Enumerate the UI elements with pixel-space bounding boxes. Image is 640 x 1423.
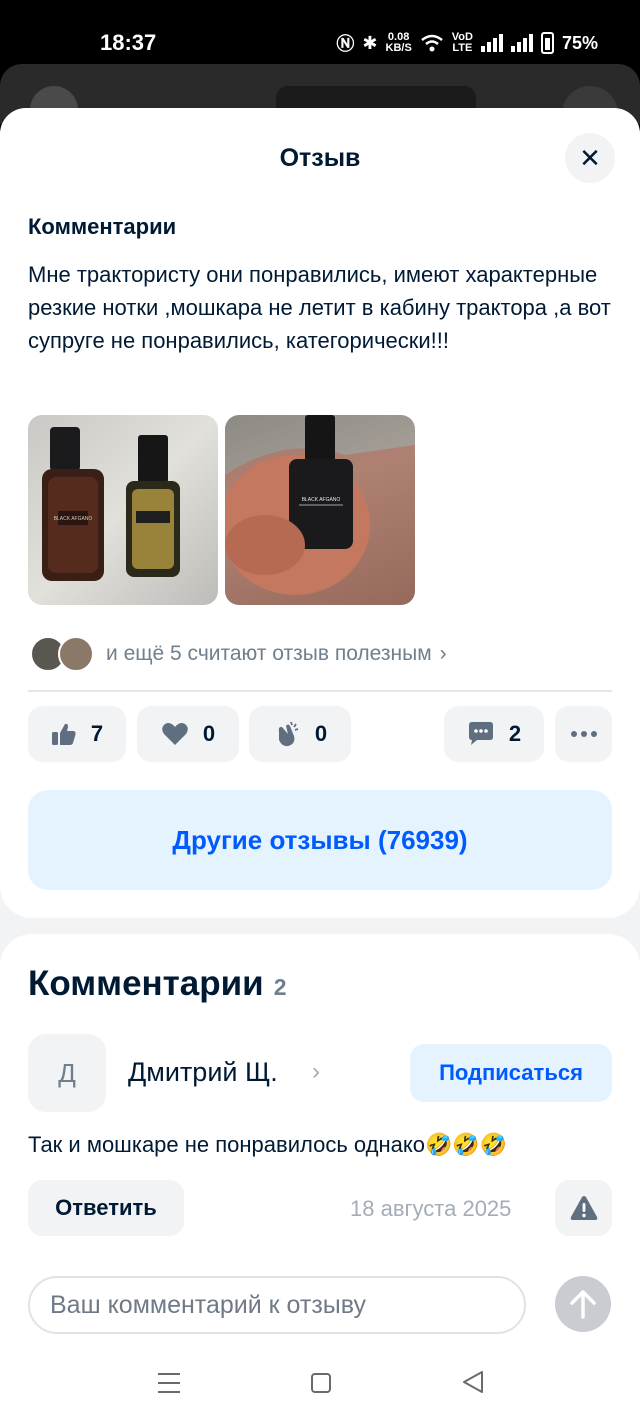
sheet-title: Отзыв: [279, 144, 361, 172]
helpful-row[interactable]: и ещё 5 считают отзыв полезным ›: [30, 636, 447, 672]
perfume-bottles-image: BLACK AFGANO: [42, 427, 180, 581]
close-button[interactable]: ✕: [565, 133, 615, 183]
system-nav-bar: [0, 1344, 640, 1423]
warning-icon: [570, 1196, 597, 1220]
review-section-title: Комментарии: [28, 214, 177, 239]
svg-text:BLACK AFGANO: BLACK AFGANO: [302, 497, 341, 503]
battery-icon: [540, 32, 554, 54]
other-reviews-button[interactable]: Другие отзывы (76939): [28, 790, 612, 890]
arrow-up-icon: [570, 1290, 596, 1319]
chevron-right-icon: ›: [312, 1058, 320, 1085]
heart-button[interactable]: 0: [137, 706, 239, 762]
review-photo-1[interactable]: BLACK AFGANO: [28, 415, 218, 605]
comments-title: Комментарии: [28, 964, 264, 1003]
hand-with-bottle-image: BLACK AFGANO: [225, 415, 415, 605]
review-text: Мне трактористу они понравились, имеют х…: [28, 262, 611, 353]
review-sheet: Отзыв ✕ Комментарии Мне трактористу они …: [0, 108, 640, 1423]
signal-icon: [480, 34, 503, 52]
comments-header: Комментарии 2: [28, 964, 286, 1004]
chat-bubble-icon: [467, 721, 495, 747]
clapping-hands-icon: [273, 720, 301, 748]
like-button[interactable]: 7: [28, 706, 126, 762]
comments-section: Комментарии 2 Д Дмитрий Щ. › Подписаться…: [0, 934, 640, 1274]
thumbs-up-icon: [51, 722, 77, 746]
heart-icon: [161, 722, 189, 746]
more-button[interactable]: [555, 706, 612, 762]
comments-count: 2: [273, 974, 287, 1000]
back-icon[interactable]: [462, 1370, 484, 1394]
report-button[interactable]: [555, 1180, 612, 1236]
comments-button[interactable]: 2: [444, 706, 544, 762]
more-dots-icon: [570, 730, 598, 738]
clap-button[interactable]: 0: [249, 706, 351, 762]
comment-author[interactable]: Дмитрий Щ.: [128, 1057, 278, 1088]
avatar: [58, 636, 94, 672]
nfc-icon: Ⓝ: [336, 34, 355, 54]
comment-input[interactable]: [28, 1276, 526, 1334]
comment-date: 18 августа 2025: [350, 1196, 512, 1221]
send-button[interactable]: [555, 1276, 611, 1332]
helpful-text: и ещё 5 считают отзыв полезным: [106, 642, 432, 665]
signal-icon-2: [510, 34, 533, 52]
avatar[interactable]: Д: [28, 1034, 106, 1112]
review-card: Отзыв ✕ Комментарии Мне трактористу они …: [0, 108, 640, 918]
status-time: 18:37: [100, 30, 157, 55]
heart-count: 0: [202, 721, 216, 746]
divider: [28, 690, 612, 692]
subscribe-button[interactable]: Подписаться: [410, 1044, 612, 1102]
volte-icon: VoD LTE: [451, 31, 473, 54]
clap-count: 0: [314, 721, 328, 746]
svg-text:BLACK AFGANO: BLACK AFGANO: [54, 516, 93, 522]
home-icon[interactable]: [311, 1373, 331, 1393]
comment-count: 2: [508, 721, 522, 746]
review-photo-2[interactable]: BLACK AFGANO: [225, 415, 415, 605]
wifi-icon: [421, 34, 443, 52]
reply-button[interactable]: Ответить: [28, 1180, 184, 1236]
comment-input-bar: [0, 1264, 640, 1344]
status-icons: Ⓝ ✱ 0.08 KB/S VoD LTE 75%: [336, 30, 598, 56]
like-count: 7: [90, 721, 104, 746]
chevron-right-icon: ›: [439, 642, 447, 665]
menu-icon[interactable]: [157, 1372, 181, 1394]
bluetooth-icon: ✱: [362, 32, 378, 53]
comment-text: Так и мошкаре не понравилось однако🤣🤣🤣: [28, 1132, 508, 1157]
close-icon: ✕: [579, 142, 601, 173]
battery-level: 75%: [561, 32, 598, 53]
net-speed: 0.08 KB/S: [385, 31, 412, 54]
